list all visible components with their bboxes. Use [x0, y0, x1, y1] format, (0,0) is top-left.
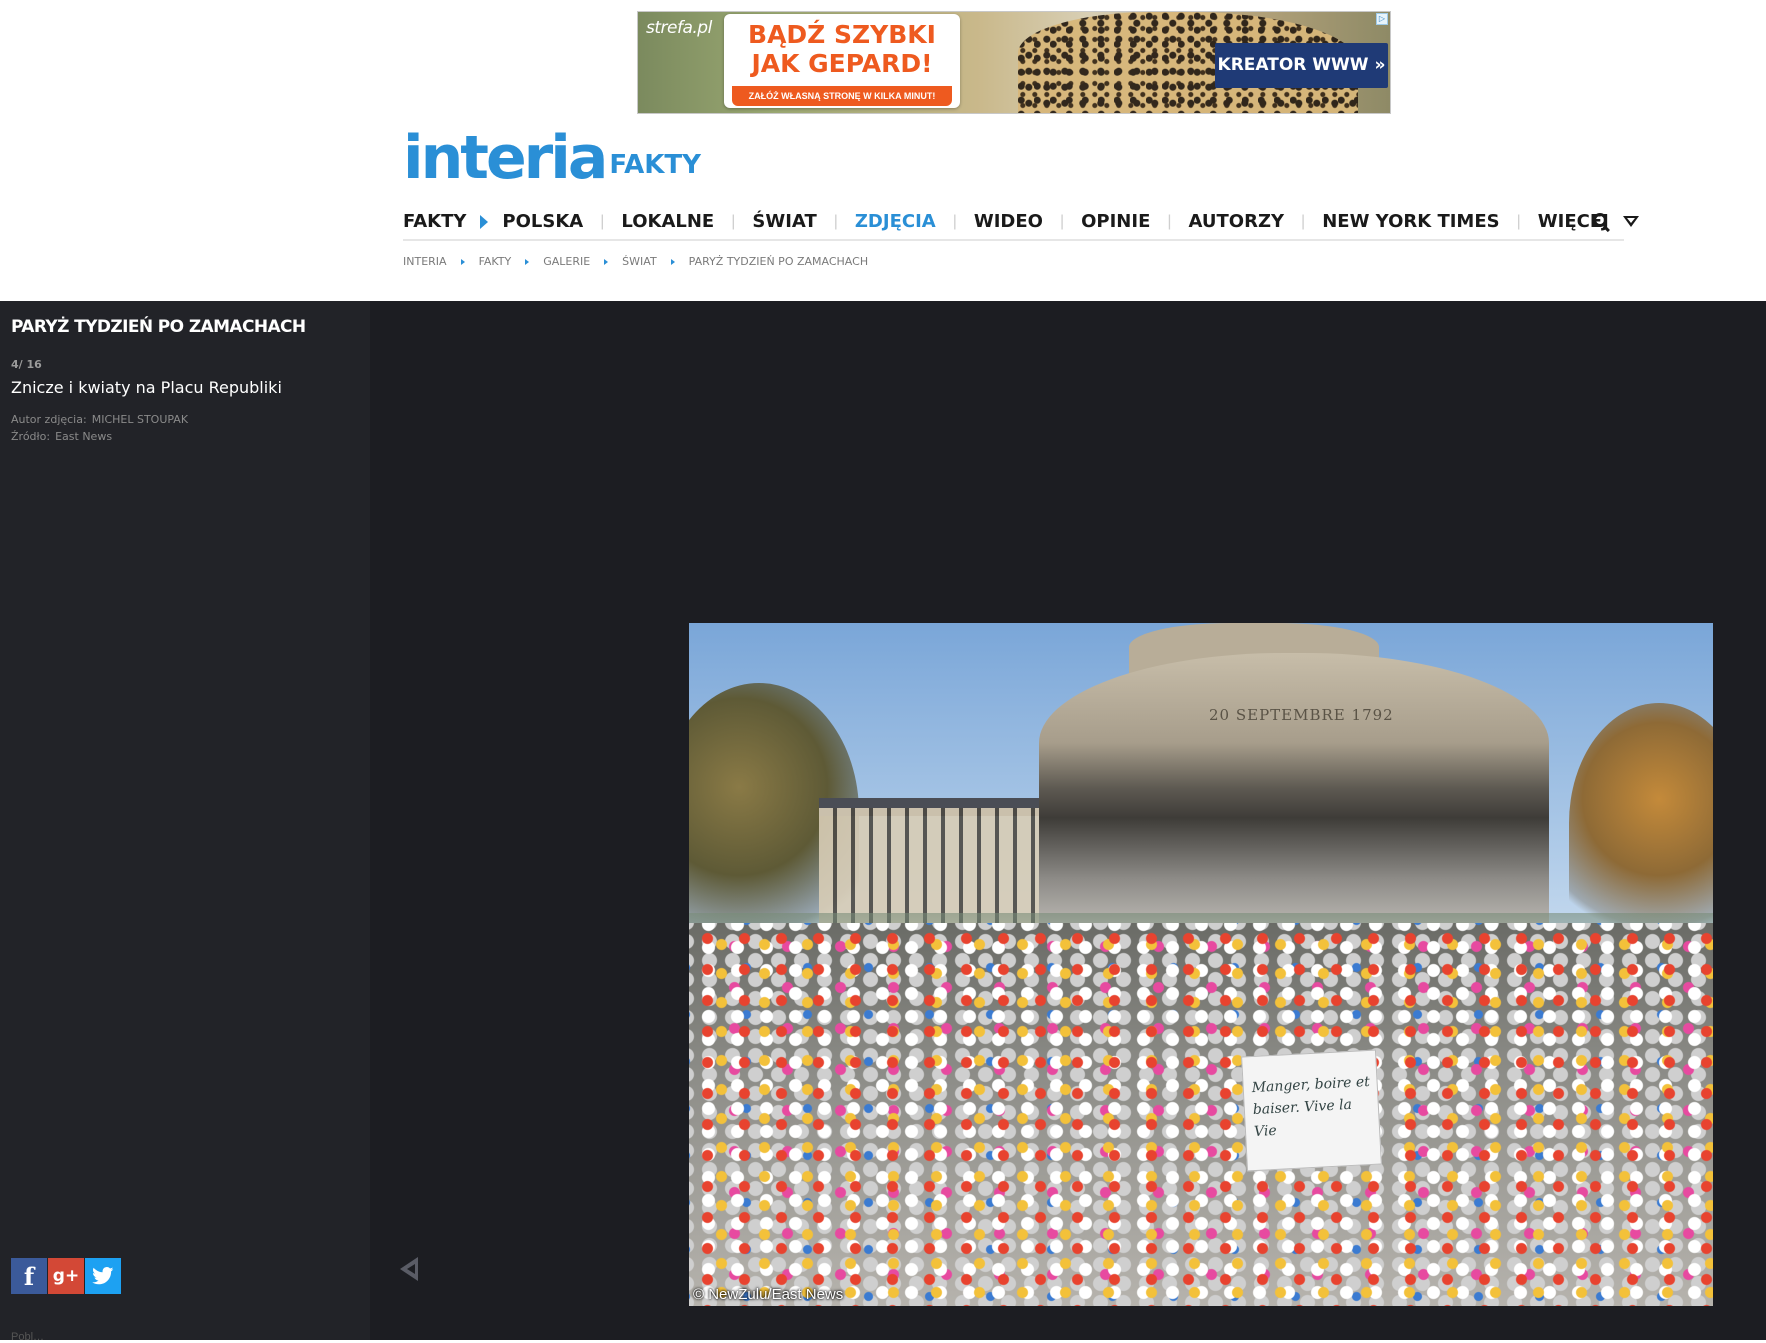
photo-sign-text: Manger, boire et baiser. Vive la Vie [1251, 1073, 1371, 1141]
photo-counter: 4/ 16 [11, 358, 42, 371]
nav-item-polska[interactable]: POLSKA [502, 211, 583, 232]
nav-item-fakty[interactable]: FAKTY [403, 211, 466, 232]
logo-interia: interia [403, 123, 608, 193]
photo-author-value: MICHEL STOUPAK [91, 413, 189, 426]
site-logo[interactable]: interia FAKTY [403, 128, 701, 188]
photo-author: Autor zdjęcia: MICHEL STOUPAK [11, 413, 188, 426]
ad-brand: strefa.pl [646, 18, 712, 38]
nav-item-new-york-times[interactable]: NEW YORK TIMES [1322, 211, 1499, 232]
breadcrumb-separator-icon [525, 258, 530, 265]
twitter-bird-icon [92, 1267, 114, 1285]
photo-handwritten-sign: Manger, boire et baiser. Vive la Vie [1241, 1049, 1382, 1172]
photo-caption: Znicze i kwiaty na Placu Republiki [11, 378, 282, 397]
breadcrumb: INTERIA FAKTY GALERIE ŚWIAT PARYŻ TYDZIE… [403, 255, 868, 268]
previous-photo-button[interactable] [398, 1254, 422, 1284]
ad-headline-box: BĄDŹ SZYBKI JAK GEPARD! ZAŁÓŻ WŁASNĄ STR… [724, 14, 960, 108]
breadcrumb-separator-icon [604, 258, 609, 265]
nav-separator: | [833, 212, 838, 230]
breadcrumb-separator-icon [460, 258, 465, 265]
nav-item-zdjecia[interactable]: ZDJĘCIA [855, 211, 936, 232]
facebook-share-button[interactable]: f [11, 1258, 47, 1294]
photo-source: Źródło: East News [11, 430, 112, 443]
nav-item-swiat[interactable]: ŚWIAT [752, 211, 816, 232]
photo-monument [1039, 653, 1549, 953]
share-buttons: f g+ [11, 1258, 121, 1294]
chevron-down-icon[interactable] [1622, 216, 1639, 227]
gallery-sidebar: PARYŻ TYDZIEŃ PO ZAMACHACH 4/ 16 Znicze … [0, 301, 370, 1343]
google-plus-icon: g+ [52, 1266, 80, 1286]
nav-separator: | [1059, 212, 1065, 230]
breadcrumb-item[interactable]: INTERIA [403, 255, 447, 268]
photo-author-label: Autor zdjęcia: [11, 413, 87, 426]
nav-item-autorzy[interactable]: AUTORZY [1189, 211, 1285, 232]
ad-headline-line-2: JAK GEPARD! [751, 49, 933, 78]
nav-triangle-right-icon [480, 214, 489, 229]
facebook-icon: f [23, 1261, 35, 1291]
photo-building [819, 808, 1049, 928]
photo-copyright: © NewZulu/East News [693, 1286, 844, 1303]
photo-candles-memorial [689, 923, 1713, 1306]
adchoices-icon[interactable]: ▷ [1376, 13, 1388, 25]
breadcrumb-item[interactable]: GALERIE [543, 255, 590, 268]
nav-separator: | [1167, 212, 1172, 230]
nav-separator: | [731, 212, 736, 230]
main-nav: FAKTY POLSKA | LOKALNE | ŚWIAT | ZDJĘCIA… [403, 204, 1639, 241]
nav-item-lokalne[interactable]: LOKALNE [621, 211, 714, 232]
nav-separator: | [1516, 212, 1521, 230]
photo-source-label: Źródło: [11, 430, 51, 443]
ad-banner[interactable]: strefa.pl BĄDŹ SZYBKI JAK GEPARD! ZAŁÓŻ … [637, 11, 1391, 114]
gallery-photo[interactable]: 20 SEPTEMBRE 1792 Manger, boire et baise… [689, 623, 1713, 1306]
breadcrumb-separator-icon [670, 258, 675, 265]
arrow-left-icon-inner [407, 1264, 415, 1274]
ad-cta-button[interactable]: KREATOR WWW » [1215, 43, 1388, 88]
photo-source-value: East News [55, 430, 113, 443]
twitter-share-button[interactable] [85, 1258, 121, 1294]
gallery-title: PARYŻ TYDZIEŃ PO ZAMACHACH [11, 317, 306, 337]
google-plus-share-button[interactable]: g+ [48, 1258, 84, 1294]
search-icon[interactable] [1592, 212, 1612, 233]
nav-item-opinie[interactable]: OPINIE [1081, 211, 1150, 232]
sidebar-below-text: Pobl… [11, 1331, 45, 1343]
ad-subline: ZAŁÓŻ WŁASNĄ STRONĘ W KILKA MINUT! [732, 86, 952, 106]
breadcrumb-current: PARYŻ TYDZIEŃ PO ZAMACHACH [688, 255, 869, 268]
ad-headline: BĄDŹ SZYBKI JAK GEPARD! [724, 20, 960, 78]
breadcrumb-item[interactable]: ŚWIAT [622, 255, 657, 268]
photo-monument-inscription: 20 SEPTEMBRE 1792 [1209, 706, 1394, 724]
breadcrumb-item[interactable]: FAKTY [479, 255, 512, 268]
logo-fakty: FAKTY [609, 150, 701, 180]
nav-separator: | [952, 212, 957, 230]
nav-separator: | [1301, 212, 1306, 230]
ad-headline-line-1: BĄDŹ SZYBKI [748, 20, 936, 49]
nav-item-wideo[interactable]: WIDEO [974, 211, 1043, 232]
nav-separator: | [600, 212, 605, 230]
search-icon-handle [1602, 225, 1610, 233]
